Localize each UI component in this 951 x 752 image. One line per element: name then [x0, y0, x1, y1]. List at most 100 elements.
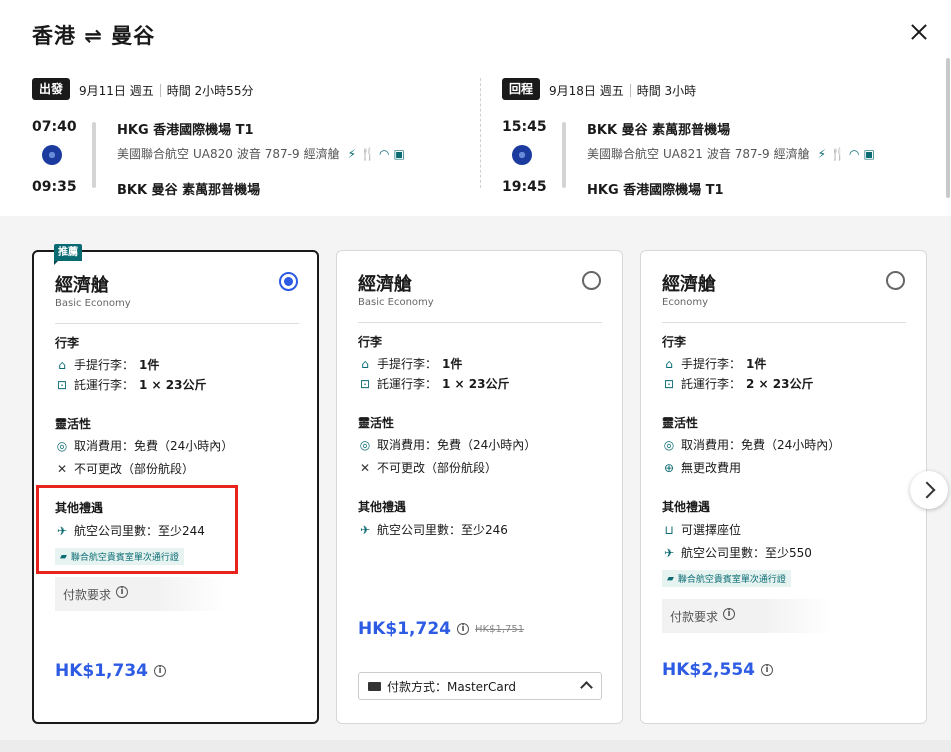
scrollbar-thumb[interactable]	[946, 58, 950, 198]
cancel-row: ◎ 取消費用：免費（24小時內）	[55, 437, 234, 454]
refund-icon: ◎	[56, 438, 68, 453]
payment-requirement[interactable]: 付款要求 i	[55, 577, 225, 611]
cabin-name: 經濟艙	[358, 274, 412, 295]
info-icon[interactable]: i	[116, 586, 129, 598]
wifi-icon: ◠	[379, 146, 390, 161]
fare-card-economy[interactable]: 經濟艙 Economy 行李 ⌂ 手提行李： 1件 ⊡ 託運行李： 2 × 23公斤 靈…	[640, 250, 927, 724]
fare-options: 推薦 經濟艙 Basic Economy 行李 ⌂ 手提行李： 1件 ⊡ 託運行李： 1…	[0, 216, 951, 752]
leg-divider	[480, 78, 481, 188]
cabin-name: 經濟艙	[662, 274, 716, 295]
refund-icon: ◎	[663, 437, 675, 452]
fare-modal: 香港 ⇌ 曼谷 出發 9月11日 週五 時間 2小時55分 07:40 09:35…	[0, 0, 951, 752]
change-row: ✕ 不可更改（部份航段）	[55, 460, 194, 477]
outbound-date: 9月11日 週五	[79, 84, 154, 98]
fare-family: Basic Economy	[358, 297, 434, 308]
info-icon[interactable]: i	[457, 623, 470, 635]
seat-icon: ⊔	[664, 522, 674, 537]
divider	[358, 322, 602, 323]
cancel-text: 取消費用：免費（24小時內）	[74, 439, 234, 453]
inbound-meta: 9月18日 週五 時間 3小時	[549, 82, 696, 99]
seat-row: ⊔ 可選擇座位	[662, 521, 741, 538]
inbound-arr-time: 19:45	[502, 179, 547, 195]
baggage-title: 行李	[358, 335, 383, 349]
lounge-pass-tag: ▰ 聯合航空貴賓室單次通行證	[55, 548, 184, 565]
info-icon[interactable]: i	[761, 664, 774, 676]
airline-name: 美國聯合航空	[587, 147, 660, 161]
timeline-bar	[562, 122, 566, 188]
miles-row: ✈ 航空公司里數：至少246	[358, 521, 508, 538]
inbound-arr-airport: HKG 香港國際機場 T1	[587, 183, 724, 198]
checked-label: 託運行李：	[74, 378, 135, 392]
lounge-pass-text: 聯合航空貴賓室單次通行證	[70, 553, 179, 563]
flight-number: UA821	[663, 146, 703, 161]
carry-on-row: ⌂ 手提行李： 1件	[358, 355, 462, 372]
carry-on-label: 手提行李：	[681, 357, 742, 371]
inbound-duration: 時間 3小時	[636, 84, 697, 98]
checked-label: 託運行李：	[681, 377, 742, 391]
cancel-row: ◎ 取消費用：免費（24小時內）	[662, 436, 841, 453]
cross-icon: ✕	[359, 460, 371, 475]
united-logo-icon	[512, 145, 532, 165]
cancel-text: 取消費用：免費（24小時內）	[681, 438, 841, 452]
change-text: 無更改費用	[681, 461, 742, 475]
inbound-date: 9月18日 週五	[549, 84, 624, 98]
fare-price: HK$1,734 i	[55, 661, 167, 681]
united-logo-icon	[42, 145, 62, 165]
cabin-class: 經濟艙	[303, 147, 340, 161]
flexibility-title: 靈活性	[358, 416, 395, 430]
meal-icon: 🍴	[830, 146, 846, 161]
outbound-leg: 出發 9月11日 週五 時間 2小時55分 07:40 09:35 HKG 香港國…	[32, 78, 472, 203]
miles-icon: ✈	[359, 522, 371, 537]
checked-value: 1 × 23公斤	[442, 377, 510, 391]
entertainment-icon: ▣	[863, 146, 875, 161]
baggage-title: 行李	[55, 336, 80, 350]
close-icon[interactable]	[906, 20, 932, 46]
timeline-bar	[92, 122, 96, 188]
miles-icon: ✈	[663, 545, 675, 560]
cancel-row: ◎ 取消費用：免費（24小時內）	[358, 436, 537, 453]
fare-family: Economy	[662, 297, 709, 308]
fare-card-basic[interactable]: 經濟艙 Basic Economy 行李 ⌂ 手提行李： 1件 ⊡ 託運行李： 1 × …	[336, 250, 623, 724]
checked-bag-icon: ⊡	[56, 377, 68, 392]
carry-on-bag-icon: ⌂	[665, 356, 673, 371]
miles-text: 航空公司里數：至少244	[74, 524, 205, 538]
flexibility-title: 靈活性	[55, 417, 92, 431]
carry-on-value: 1件	[442, 357, 463, 371]
outbound-arr-time: 09:35	[32, 179, 77, 195]
fare-price: HK$2,554 i	[662, 660, 774, 680]
flight-number: UA820	[193, 146, 233, 161]
miles-text: 航空公司里數：至少246	[377, 523, 508, 537]
info-icon[interactable]: i	[723, 608, 736, 620]
miles-row: ✈ 航空公司里數：至少244	[55, 522, 205, 539]
change-row: ⊕ 無更改費用	[662, 459, 741, 476]
checked-label: 託運行李：	[377, 377, 438, 391]
fare-radio[interactable]	[886, 271, 905, 290]
outbound-meta: 9月11日 週五 時間 2小時55分	[79, 82, 253, 99]
outbound-flight-info: 美國聯合航空 UA820 波音 787-9 經濟艙 ⚡ 🍴 ◠ ▣	[117, 145, 405, 162]
info-icon[interactable]: i	[154, 665, 167, 677]
payment-method-select[interactable]: 付款方式：MasterCard	[358, 672, 602, 700]
change-text: 不可更改（部份航段）	[377, 461, 498, 475]
checked-bag-icon: ⊡	[359, 376, 371, 391]
inbound-tag: 回程	[502, 78, 541, 100]
carry-on-value: 1件	[746, 357, 767, 371]
perks-title: 其他禮遇	[358, 500, 407, 514]
perks-title: 其他禮遇	[662, 500, 711, 514]
inbound-flight-info: 美國聯合航空 UA821 波音 787-9 經濟艙 ⚡ 🍴 ◠ ▣	[587, 145, 875, 162]
next-fares-button[interactable]	[910, 471, 948, 509]
recommended-badge: 推薦	[54, 244, 82, 265]
outbound-dep-time: 07:40	[32, 119, 77, 135]
inbound-dep-airport: BKK 曼谷 素萬那普機場	[587, 123, 731, 138]
payment-method-label: 付款方式：MasterCard	[387, 679, 517, 694]
lounge-pass-tag: ▰ 聯合航空貴賓室單次通行證	[662, 570, 791, 587]
entertainment-icon: ▣	[393, 146, 405, 161]
fare-radio[interactable]	[582, 271, 601, 290]
perks-title: 其他禮遇	[55, 501, 104, 515]
outbound-dep-airport: HKG 香港國際機場 T1	[117, 123, 254, 138]
fare-radio[interactable]	[279, 272, 298, 291]
free-change-icon: ⊕	[663, 460, 675, 475]
payment-requirement[interactable]: 付款要求 i	[662, 599, 832, 633]
carry-on-label: 手提行李：	[377, 357, 438, 371]
outbound-arr-airport: BKK 曼谷 素萬那普機場	[117, 183, 261, 198]
fare-card-basic-recommended[interactable]: 推薦 經濟艙 Basic Economy 行李 ⌂ 手提行李： 1件 ⊡ 託運行李： 1…	[32, 244, 319, 724]
